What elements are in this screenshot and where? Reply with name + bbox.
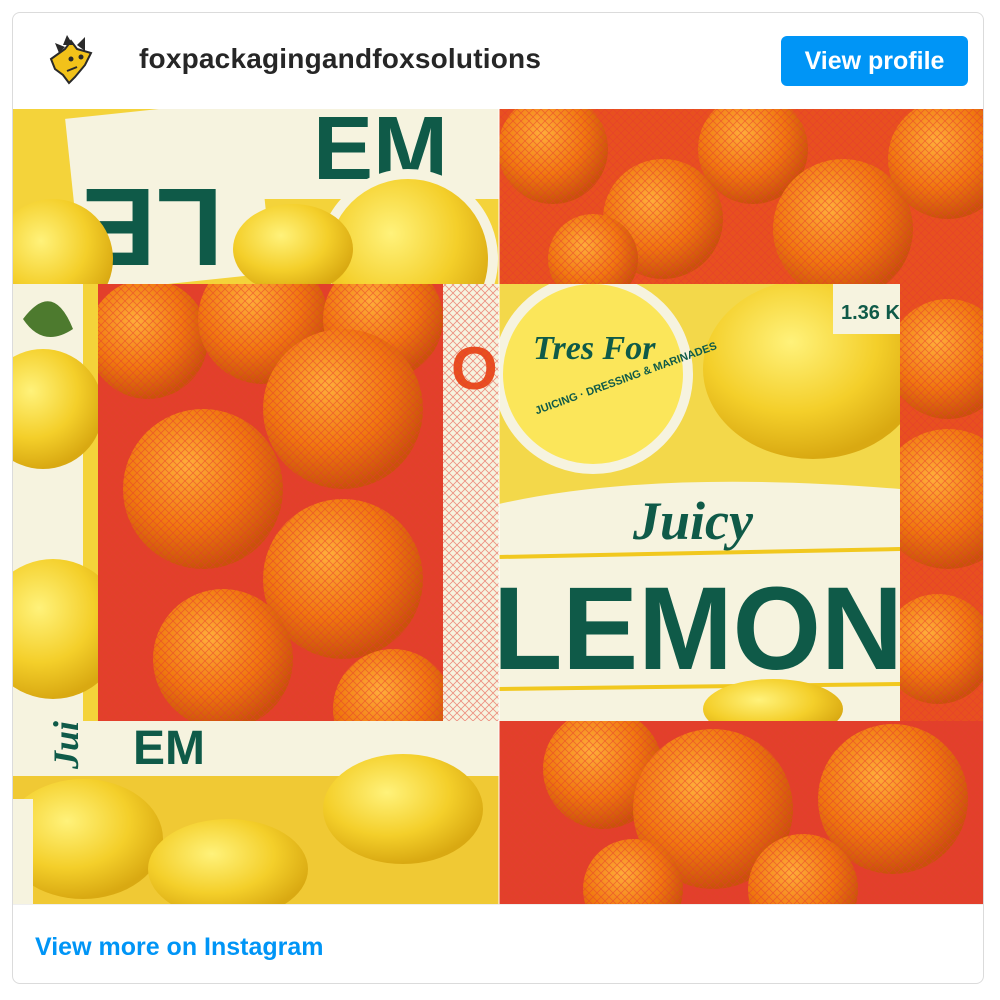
profile-avatar[interactable] bbox=[41, 31, 101, 91]
label-tres-for: Tres For bbox=[533, 330, 656, 367]
view-more-on-instagram-link[interactable]: View more on Instagram bbox=[35, 933, 324, 962]
juicy-lemons-label-segment: Tres For JUICING · DRESSING & MARINADES … bbox=[493, 284, 903, 721]
post-header: foxpackagingandfoxsolutions View profile bbox=[13, 13, 983, 108]
label-juicy: Juicy bbox=[632, 491, 754, 551]
orange-bag-segment: O bbox=[98, 284, 499, 721]
username-link[interactable]: foxpackagingandfoxsolutions bbox=[139, 43, 541, 75]
post-footer: View more on Instagram bbox=[13, 904, 983, 983]
svg-text:LEMON: LEMON bbox=[493, 563, 903, 695]
instagram-embed-card: foxpackagingandfoxsolutions View profile bbox=[12, 12, 984, 984]
orange-bag-segment bbox=[499, 109, 983, 284]
view-profile-button[interactable]: View profile bbox=[781, 36, 968, 86]
orange-bag-segment bbox=[499, 721, 983, 904]
fox-logo-icon bbox=[41, 31, 101, 91]
svg-text:EM: EM bbox=[133, 722, 205, 775]
post-image[interactable]: LE EM Tres For JUICING · DRESSING & MARI… bbox=[13, 109, 983, 904]
